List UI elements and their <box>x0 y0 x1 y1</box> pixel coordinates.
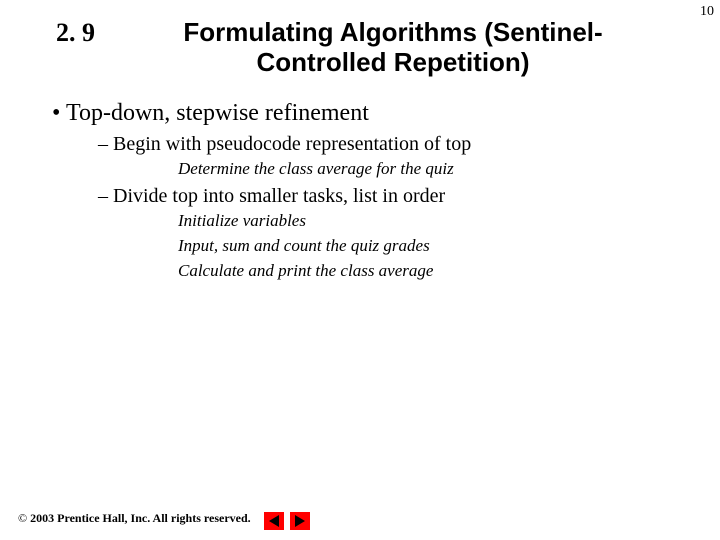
prev-button[interactable] <box>264 512 284 530</box>
bullet-level-2: – Divide top into smaller tasks, list in… <box>52 185 720 208</box>
slide-body: • Top-down, stepwise refinement – Begin … <box>0 78 720 283</box>
title-line-1: Formulating Algorithms (Sentinel- <box>183 17 602 47</box>
slide-heading: 2. 9 Formulating Algorithms (Sentinel- C… <box>0 0 720 78</box>
copyright-text: 2003 Prentice Hall, Inc. All rights rese… <box>30 511 251 526</box>
copyright-symbol: © <box>18 511 27 526</box>
slide-title: Formulating Algorithms (Sentinel- Contro… <box>156 18 630 78</box>
nav-buttons <box>264 512 310 530</box>
section-number: 2. 9 <box>56 18 156 48</box>
next-icon <box>295 515 305 527</box>
pseudocode-line: Initialize variables <box>52 210 720 233</box>
next-button[interactable] <box>290 512 310 530</box>
bullet-level-1: • Top-down, stepwise refinement <box>52 100 720 127</box>
pseudocode-line: Calculate and print the class average <box>52 260 720 283</box>
bullet-level-2: – Begin with pseudocode representation o… <box>52 133 720 156</box>
pseudocode-line: Determine the class average for the quiz <box>52 158 720 181</box>
title-line-2: Controlled Repetition) <box>257 47 530 77</box>
pseudocode-line: Input, sum and count the quiz grades <box>52 235 720 258</box>
footer-copyright: © 2003 Prentice Hall, Inc. All rights re… <box>18 511 251 526</box>
page-number: 10 <box>700 4 714 20</box>
prev-icon <box>269 515 279 527</box>
